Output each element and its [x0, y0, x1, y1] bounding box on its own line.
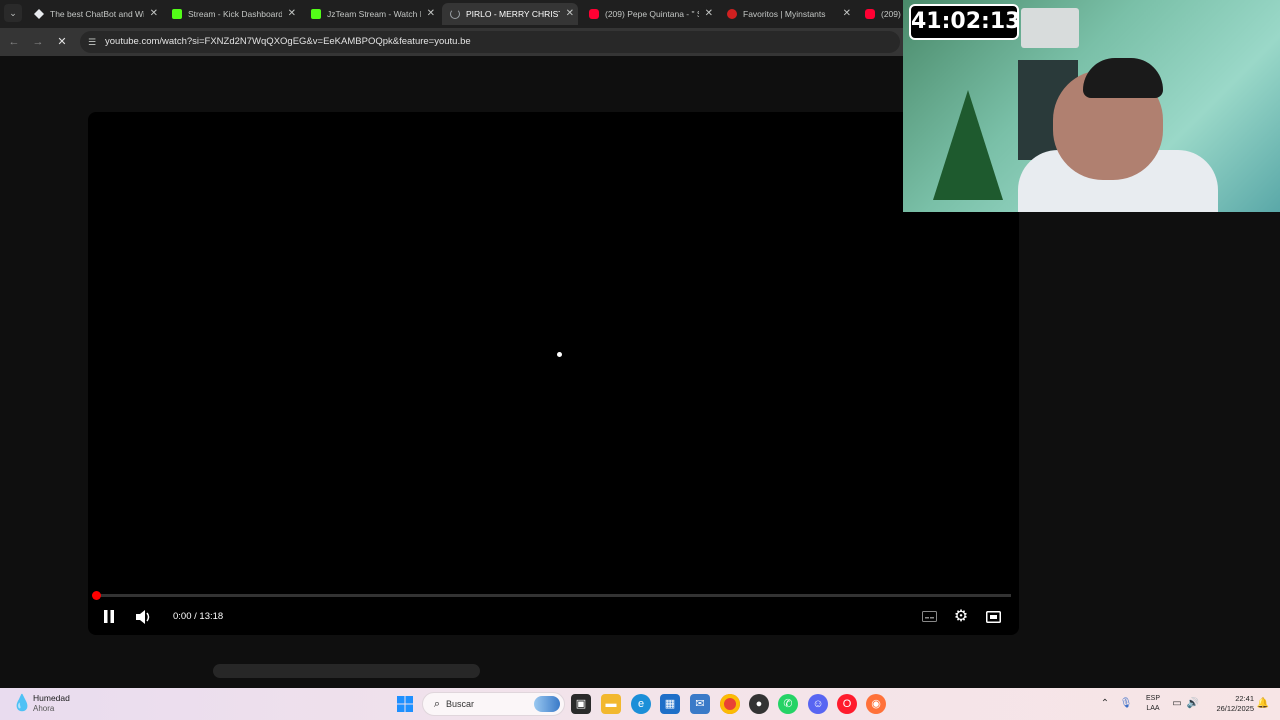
taskbar-search[interactable]: ⌕ Buscar	[422, 692, 565, 716]
webcam-overlay: 41:02:13	[903, 0, 1280, 212]
back-arrow-icon[interactable]: ←	[6, 34, 22, 50]
time-display: 0:00 / 13:18	[173, 611, 224, 622]
clock-time: 22:41	[1235, 694, 1254, 703]
close-tab-icon[interactable]: ✕	[843, 3, 851, 25]
youtube-favicon-icon	[589, 9, 599, 19]
youtube-favicon-icon	[865, 9, 875, 19]
keyboard-layout: LAA	[1146, 705, 1160, 712]
url-text: youtube.com/watch?si=FXNZd2N7WqQXOgEG&v=…	[105, 36, 471, 47]
weather-widget-title[interactable]: Humedad	[33, 693, 70, 703]
search-highlight-image	[534, 696, 560, 712]
opera-icon[interactable]: O	[837, 694, 857, 714]
clock-date: 26/12/2025	[1216, 704, 1254, 713]
microphone-icon[interactable]: 🎙	[1119, 694, 1133, 714]
theater-mode-icon	[985, 611, 1001, 623]
tab-title: (209) J	[881, 9, 903, 19]
file-explorer-icon[interactable]: ▬	[601, 694, 621, 714]
stream-timer: 41:02:13	[909, 4, 1020, 40]
streamer-hair	[1083, 58, 1163, 98]
show-hidden-icons-chevron-icon[interactable]: ⌃	[1098, 694, 1112, 714]
obs-studio-icon[interactable]: ●	[749, 694, 769, 714]
tab-title: The best ChatBot and Wi	[50, 9, 144, 19]
task-view-icon[interactable]: ▣	[571, 694, 591, 714]
edge-browser-icon[interactable]: e	[631, 694, 651, 714]
pause-icon	[104, 610, 114, 623]
myinstants-favicon-icon	[727, 9, 737, 19]
volume-button[interactable]	[133, 606, 155, 628]
tab-title: JzTeam Stream - Watch Li	[327, 9, 421, 19]
title-skeleton-placeholder	[213, 664, 480, 678]
kick-favicon-icon	[311, 9, 321, 19]
kick-favicon-icon	[172, 9, 182, 19]
loading-spinner-icon	[450, 9, 460, 19]
tab-title: PIRLO - MERRY CHRISTM	[466, 9, 560, 19]
tab-kick-dashboard[interactable]: Stream - Kick Dashboard ✕	[164, 3, 300, 25]
settings-button[interactable]: ⚙	[950, 606, 972, 628]
firefox-icon[interactable]: ◉	[866, 694, 886, 714]
tab-pepe-quintana[interactable]: (209) Pepe Quintana - " S ✕	[581, 3, 717, 25]
discord-icon[interactable]: ☺	[808, 694, 828, 714]
video-player[interactable]: 0:00 / 13:18 ⚙	[88, 112, 1019, 635]
weather-widget-subtitle: Ahora	[33, 704, 55, 713]
progress-bar[interactable]	[92, 591, 1011, 600]
forward-arrow-icon[interactable]: →	[30, 34, 46, 50]
theater-mode-button[interactable]	[982, 606, 1004, 628]
outlook-icon[interactable]: ✉	[690, 694, 710, 714]
taskbar: 💧 Humedad Ahora ⌕ Buscar ▣ ▬ e ▦ ✉ ● ✆ ☺…	[0, 688, 1280, 720]
address-bar[interactable]: ☰ youtube.com/watch?si=FXNZd2N7WqQXOgEG&…	[80, 31, 900, 53]
tab-search-menu-icon[interactable]: ⌄	[4, 4, 22, 22]
close-tab-icon[interactable]: ✕	[150, 3, 158, 25]
microsoft-store-icon[interactable]: ▦	[660, 694, 680, 714]
tab-myinstants[interactable]: Favoritos | Myinstants ✕	[719, 3, 855, 25]
tab-title: (209) Pepe Quintana - " S	[605, 9, 699, 19]
subtitles-button[interactable]	[918, 606, 940, 628]
tab-title: Favoritos | Myinstants	[743, 9, 826, 19]
subtitles-icon	[921, 611, 937, 622]
close-tab-icon[interactable]: ✕	[566, 3, 574, 25]
humidity-drop-icon[interactable]: 💧	[12, 695, 32, 713]
chatbot-favicon-icon	[34, 9, 44, 19]
close-tab-icon[interactable]: ✕	[288, 3, 296, 25]
tab-chatbot[interactable]: The best ChatBot and Wi ✕	[26, 3, 162, 25]
language-code: ESP	[1145, 695, 1160, 702]
windows-logo-icon	[397, 696, 413, 712]
search-icon: ⌕	[433, 698, 441, 710]
loading-indicator	[557, 352, 562, 357]
tab-youtube-partial[interactable]: (209) J	[857, 3, 903, 25]
network-icon[interactable]: ▭	[1170, 694, 1184, 714]
tab-pirlo-active[interactable]: PIRLO - MERRY CHRISTM ✕	[442, 3, 578, 25]
air-conditioner	[1021, 8, 1079, 48]
chrome-browser-icon[interactable]	[720, 694, 740, 714]
start-button[interactable]	[395, 694, 415, 714]
close-tab-icon[interactable]: ✕	[427, 3, 435, 25]
search-label: Buscar	[446, 699, 475, 709]
close-tab-icon[interactable]: ✕	[705, 3, 713, 25]
stop-loading-icon[interactable]: ✕	[54, 34, 70, 50]
tab-title: Stream - Kick Dashboard	[188, 9, 282, 19]
pause-button[interactable]	[98, 606, 120, 628]
christmas-tree	[933, 90, 1003, 200]
gear-icon: ⚙	[953, 608, 969, 625]
volume-icon	[136, 610, 150, 624]
speaker-icon[interactable]: 🔊	[1186, 694, 1200, 714]
site-info-icon[interactable]: ☰	[86, 36, 98, 48]
tab-jzteam-stream[interactable]: JzTeam Stream - Watch Li ✕	[303, 3, 439, 25]
scrubber-handle[interactable]	[92, 591, 101, 600]
notification-bell-icon[interactable]: 🔔	[1256, 694, 1270, 714]
system-clock[interactable]: 22:41 26/12/2025	[1204, 694, 1254, 714]
whatsapp-icon[interactable]: ✆	[778, 694, 798, 714]
language-indicator[interactable]: ESP LAA	[1143, 694, 1163, 714]
